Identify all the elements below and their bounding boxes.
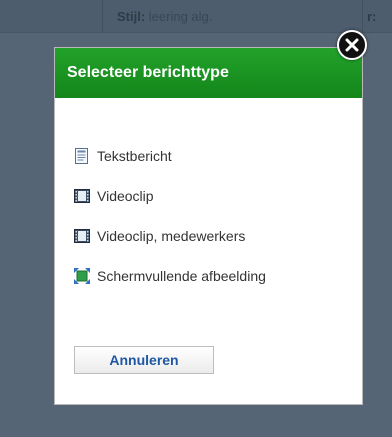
background-toolbar: Stijl: leering alg. r: [0,0,392,33]
background-style-cell: Stijl: leering alg. [102,0,339,32]
close-icon [345,38,359,52]
background-style-label: Stijl: [117,9,146,24]
option-text-message-label: Tekstbericht [97,148,172,164]
message-type-list: Tekstbericht Videoclip Videoclip, medewe… [73,146,358,306]
fullscreen-image-icon [73,267,91,285]
option-videoclip-employees-label: Videoclip, medewerkers [97,228,246,244]
background-style-value: leering alg. [148,9,213,24]
video-film-icon [73,227,91,245]
option-videoclip-employees[interactable]: Videoclip, medewerkers [73,226,358,246]
text-document-icon [73,147,91,165]
background-clipped-label: r: [367,9,377,24]
option-fullscreen-image-label: Schermvullende afbeelding [97,268,266,284]
background-clipped-cell: r: [362,0,392,32]
dialog-header: Selecteer berichttype [55,48,362,98]
dialog-title: Selecteer berichttype [67,64,229,81]
option-text-message[interactable]: Tekstbericht [73,146,358,166]
close-button[interactable] [337,30,367,60]
option-fullscreen-image[interactable]: Schermvullende afbeelding [73,266,358,286]
option-videoclip-label: Videoclip [97,188,154,204]
option-videoclip[interactable]: Videoclip [73,186,358,206]
cancel-button[interactable]: Annuleren [74,346,214,374]
message-type-dialog: Selecteer berichttype Tekstbericht Video… [54,47,363,405]
video-film-icon [73,187,91,205]
